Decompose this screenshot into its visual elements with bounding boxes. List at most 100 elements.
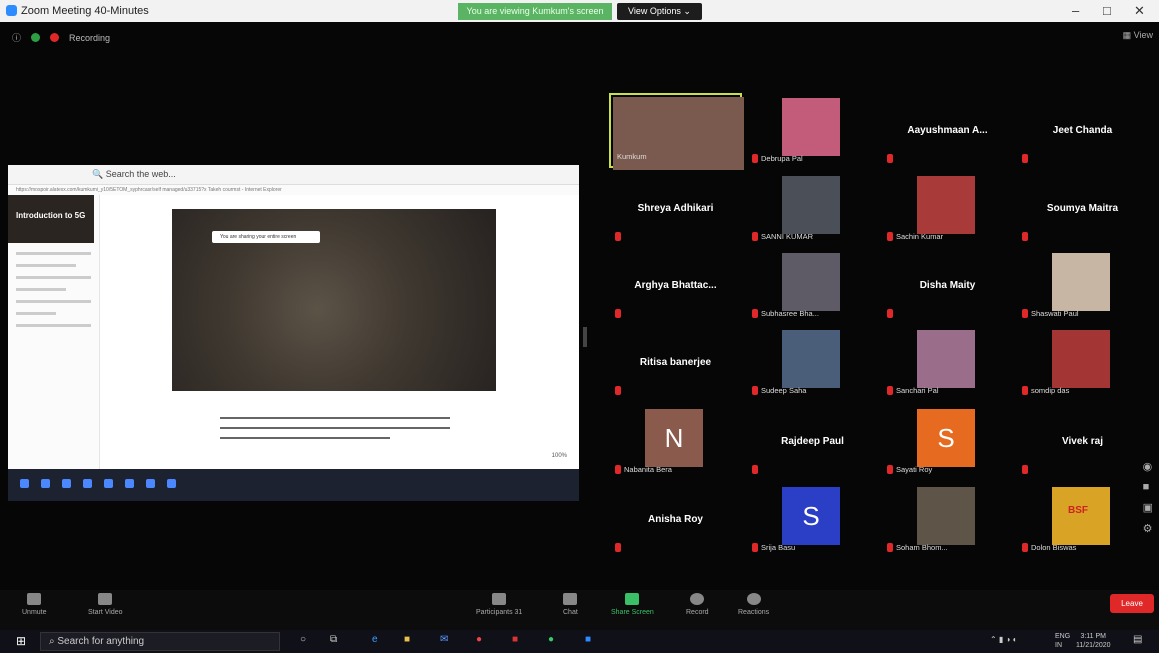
participant-video — [1052, 330, 1110, 388]
view-options-button[interactable]: View Options ⌄ — [617, 3, 702, 20]
chrome-icon[interactable]: ● — [476, 634, 482, 645]
participant-tile[interactable]: N Nabanita Bera — [609, 404, 742, 479]
participants-icon — [492, 593, 507, 605]
participant-tile[interactable]: Anisha Roy — [609, 482, 742, 557]
participant-name-tag: Sanchari Pal — [887, 386, 939, 395]
participant-tile[interactable]: Rajdeep Paul — [746, 404, 879, 479]
participant-status — [887, 309, 893, 318]
zoom-taskbar-icon[interactable]: ■ — [585, 634, 591, 645]
info-icon[interactable]: ⓘ — [12, 31, 21, 44]
participant-name: Rajdeep Paul — [781, 436, 844, 447]
windows-start-icon[interactable]: ⊞ — [16, 634, 26, 648]
participant-video — [782, 330, 840, 388]
participant-tile[interactable]: Subhasree Bha... — [746, 248, 879, 323]
taskbar-search[interactable]: ⌕ Search for anything — [40, 632, 280, 651]
share-screen-button[interactable]: Share Screen — [611, 593, 654, 616]
cortana-icon[interactable]: ○ — [300, 634, 306, 645]
clock[interactable]: 3:11 PM 11/21/2020 — [1076, 632, 1111, 650]
participant-tile[interactable]: Sachin Kumar — [881, 171, 1014, 246]
participant-video — [917, 330, 975, 388]
participant-name: Dolon Biswas — [1031, 543, 1077, 552]
leave-button[interactable]: Leave — [1110, 594, 1154, 613]
participant-tile[interactable]: Vivek raj — [1016, 404, 1149, 479]
participant-tile[interactable]: Aayushmaan A... — [881, 93, 1014, 168]
close-button[interactable]: ✕ — [1134, 3, 1145, 19]
shield-icon[interactable] — [31, 33, 41, 42]
mic-muted-icon — [615, 465, 621, 474]
app-icon[interactable]: ● — [548, 634, 554, 645]
participant-tile[interactable]: Sanchari Pal — [881, 325, 1014, 400]
folder-icon[interactable]: ■ — [404, 634, 410, 645]
participant-tile[interactable]: somdip das — [1016, 325, 1149, 400]
participant-tile[interactable]: Jeet Chanda — [1016, 93, 1149, 168]
meeting-area: ⓘ Recording ▦ View 🔍 Search the web... h… — [0, 22, 1159, 590]
sidebar-line — [16, 264, 76, 267]
language-indicator[interactable]: ENG IN — [1055, 632, 1070, 650]
edge-icon[interactable]: e — [372, 634, 378, 645]
participant-status — [615, 232, 621, 241]
participant-tile[interactable]: Shreya Adhikari — [609, 171, 742, 246]
participant-name: Shreya Adhikari — [637, 203, 714, 214]
participant-name: Shaswati Paul — [1031, 309, 1079, 318]
split-handle[interactable] — [583, 327, 587, 347]
participant-name: Nabanita Bera — [624, 465, 672, 474]
participant-name: somdip das — [1031, 386, 1070, 395]
mail-icon[interactable]: ✉ — [440, 634, 448, 645]
participant-tile[interactable]: Disha Maity — [881, 248, 1014, 323]
participant-name-tag: Nabanita Bera — [615, 465, 672, 474]
app-icon — [62, 479, 71, 488]
view-button[interactable]: ▦ View — [1123, 30, 1153, 41]
restore-button[interactable]: □ — [1103, 3, 1111, 18]
participant-tile[interactable]: Sudeep Saha — [746, 325, 879, 400]
participant-tile[interactable]: Kumkum — [609, 93, 744, 170]
participant-tile[interactable]: S Srija Basu — [746, 482, 879, 557]
text-line — [220, 437, 390, 439]
minimize-button[interactable]: – — [1072, 3, 1079, 18]
tray-icons[interactable]: ⌃ ▮ ◑ ◐ — [990, 635, 1017, 644]
mic-muted-icon — [1022, 309, 1028, 318]
participant-name-tag: Sayati Roy — [887, 465, 932, 474]
window-title: Zoom Meeting 40-Minutes — [21, 5, 149, 17]
gear-icon[interactable]: ⚙ — [1143, 522, 1153, 535]
windows-taskbar: ⊞ ⌕ Search for anything ○ ⧉ e ■ ✉ ● ■ ● … — [0, 630, 1159, 653]
participant-tile[interactable]: Soham Bhom... — [881, 482, 1014, 557]
reactions-button[interactable]: Reactions — [738, 593, 769, 616]
image-icon[interactable]: ▣ — [1143, 501, 1153, 514]
record-button[interactable]: Record — [686, 593, 709, 616]
mic-muted-icon — [887, 465, 893, 474]
participant-name-tag: Dolon Biswas — [1022, 543, 1076, 552]
participant-video: BSF — [1052, 487, 1110, 545]
participant-tile[interactable]: Soumya Maitra — [1016, 171, 1149, 246]
participant-tile[interactable]: Shaswati Paul — [1016, 248, 1149, 323]
browser-url[interactable]: https://mospoir.alatexx.com/kumkumi_y10/… — [8, 185, 579, 195]
start-video-button[interactable]: Start Video — [88, 593, 123, 616]
participant-tile[interactable]: Debrupa Pal — [746, 93, 879, 168]
taskbar-search-input[interactable]: Search for anything — [57, 636, 144, 647]
mic-muted-icon — [615, 232, 621, 241]
participant-name-tag: Sudeep Saha — [752, 386, 806, 395]
participants-button[interactable]: Participants 31 — [476, 593, 522, 616]
share-icon — [625, 593, 640, 605]
unmute-button[interactable]: Unmute — [22, 593, 47, 616]
participant-status — [615, 309, 621, 318]
participant-tile[interactable]: S Sayati Roy — [881, 404, 1014, 479]
sidebar-line — [16, 312, 56, 315]
participant-tile[interactable]: SANNI KUMAR — [746, 171, 879, 246]
participant-video — [782, 253, 840, 311]
participant-tile[interactable]: BSF Dolon Biswas — [1016, 482, 1149, 557]
camera-icon[interactable]: ◉ — [1143, 460, 1153, 473]
bsf-logo: BSF — [1068, 505, 1088, 516]
chat-button[interactable]: Chat — [563, 593, 578, 616]
video-icon[interactable]: ■ — [1143, 481, 1153, 493]
participant-name: Ritisa banerjee — [639, 357, 712, 368]
meeting-toolbar: Unmute Start Video Participants 31 Chat … — [0, 590, 1159, 630]
participant-tile[interactable]: Ritisa banerjee — [609, 325, 742, 400]
recording-label: Recording — [69, 32, 111, 43]
participant-name: Disha Maity — [919, 280, 976, 291]
taskview-icon[interactable]: ⧉ — [330, 634, 337, 645]
notification-icon[interactable]: ▤ — [1133, 634, 1142, 645]
app-icon[interactable]: ■ — [512, 634, 518, 645]
browser-search[interactable]: Search the web... — [106, 169, 176, 179]
mic-muted-icon — [752, 232, 758, 241]
participant-tile[interactable]: Arghya Bhattac... — [609, 248, 742, 323]
